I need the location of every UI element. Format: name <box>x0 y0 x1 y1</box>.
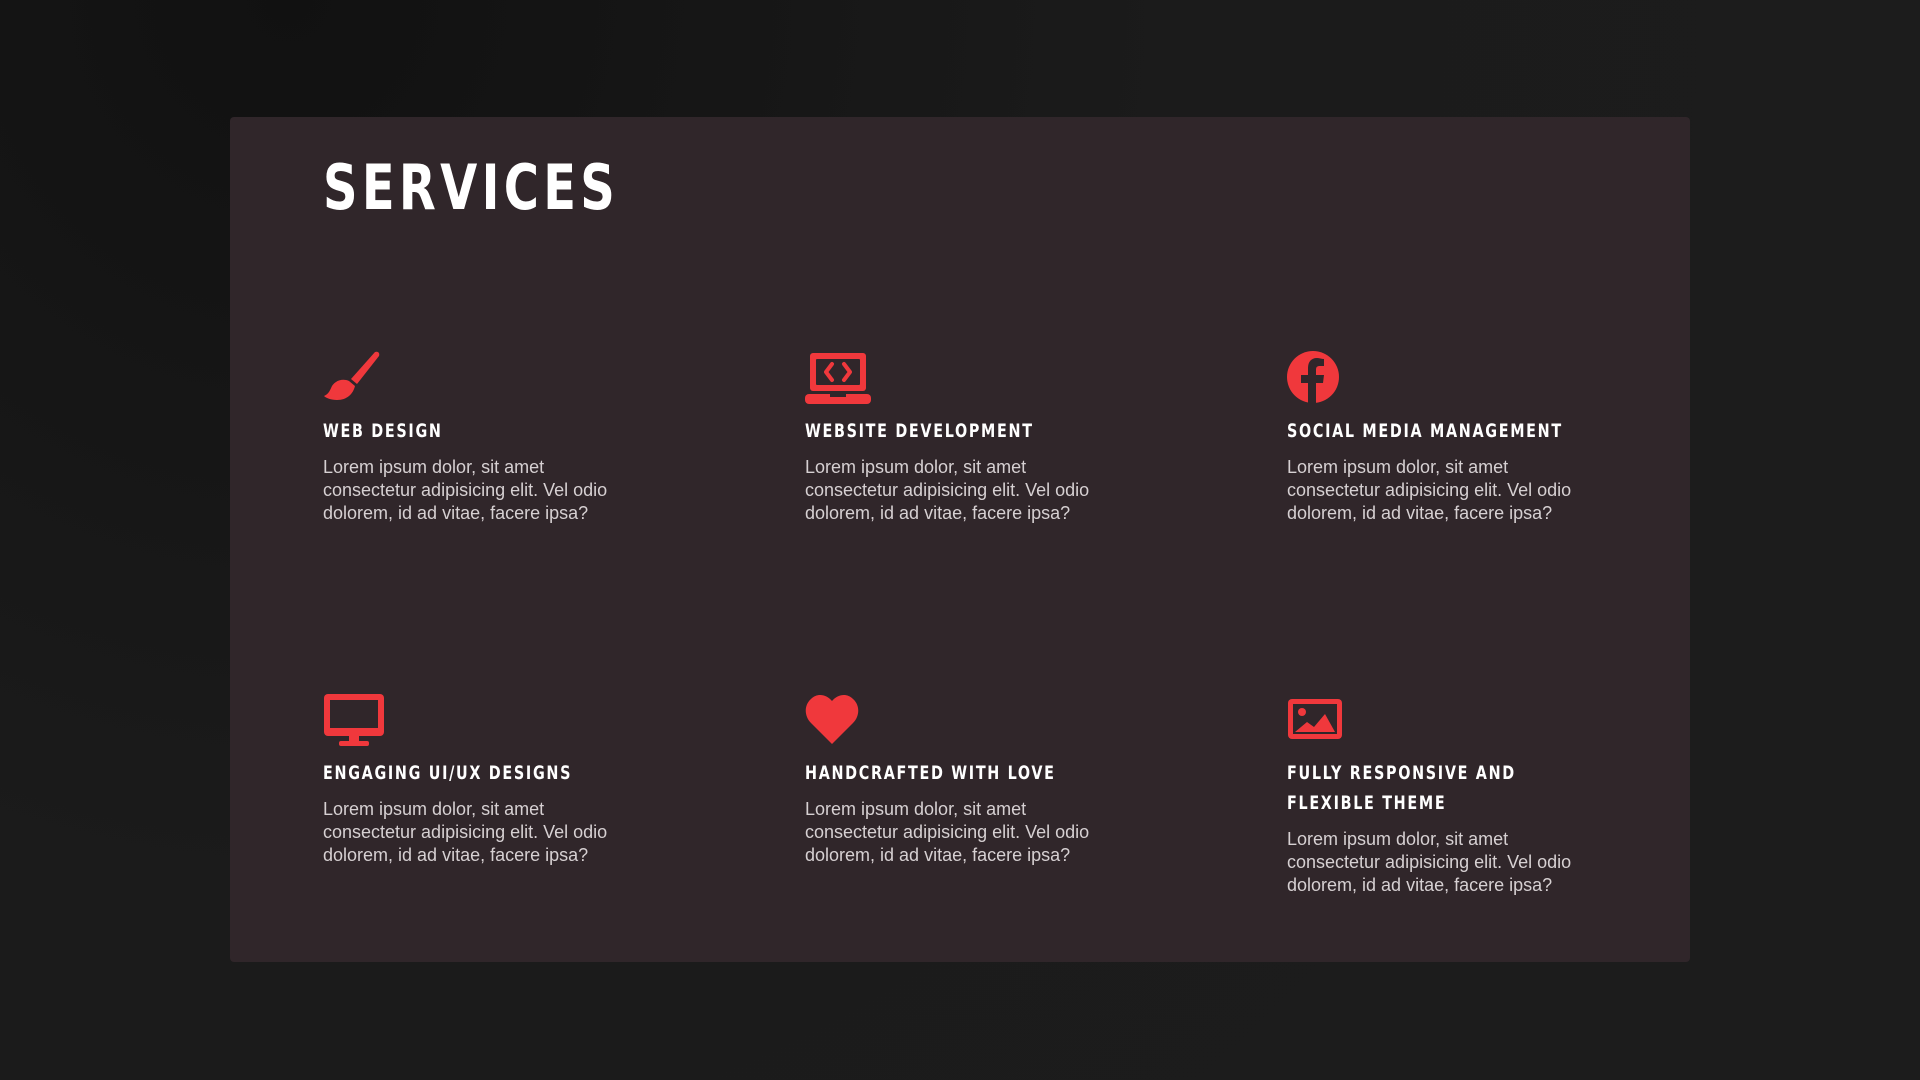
service-title: FULLY RESPONSIVE AND FLEXIBLE THEME <box>1287 762 1516 814</box>
heart-icon <box>805 692 865 748</box>
service-description: Lorem ipsum dolor, sit amet consectetur … <box>1287 829 1572 895</box>
laptop-code-icon <box>805 350 871 406</box>
services-card: SERVICES WEB DESIGN Lorem ipsum dolor, s… <box>230 117 1690 962</box>
service-title: HANDCRAFTED WITH LOVE <box>805 762 1056 784</box>
service-title: ENGAGING UI/UX DESIGNS <box>323 762 573 784</box>
service-description: Lorem ipsum dolor, sit amet consectetur … <box>323 799 608 865</box>
facebook-icon <box>1287 350 1347 406</box>
service-social-media-management: SOCIAL MEDIA MANAGEMENT Lorem ipsum dolo… <box>1287 350 1633 692</box>
services-grid: WEB DESIGN Lorem ipsum dolor, sit amet c… <box>323 350 1633 922</box>
service-description: Lorem ipsum dolor, sit amet consectetur … <box>805 799 1090 865</box>
service-description: Lorem ipsum dolor, sit amet consectetur … <box>323 457 608 523</box>
service-title: WEB DESIGN <box>323 420 443 442</box>
section-title: SERVICES <box>323 151 620 224</box>
service-description: Lorem ipsum dolor, sit amet consectetur … <box>1287 457 1572 523</box>
desktop-monitor-icon <box>323 692 384 748</box>
service-handcrafted-with-love: HANDCRAFTED WITH LOVE Lorem ipsum dolor,… <box>805 692 1287 922</box>
image-icon <box>1287 692 1347 748</box>
service-web-design: WEB DESIGN Lorem ipsum dolor, sit amet c… <box>323 350 805 692</box>
service-website-development: WEBSITE DEVELOPMENT Lorem ipsum dolor, s… <box>805 350 1287 692</box>
service-fully-responsive-theme: FULLY RESPONSIVE AND FLEXIBLE THEME Lore… <box>1287 692 1633 922</box>
service-engaging-ui-ux-designs: ENGAGING UI/UX DESIGNS Lorem ipsum dolor… <box>323 692 805 922</box>
service-title: SOCIAL MEDIA MANAGEMENT <box>1287 420 1563 442</box>
service-description: Lorem ipsum dolor, sit amet consectetur … <box>805 457 1090 523</box>
service-title: WEBSITE DEVELOPMENT <box>805 420 1034 442</box>
paintbrush-icon <box>323 350 383 406</box>
